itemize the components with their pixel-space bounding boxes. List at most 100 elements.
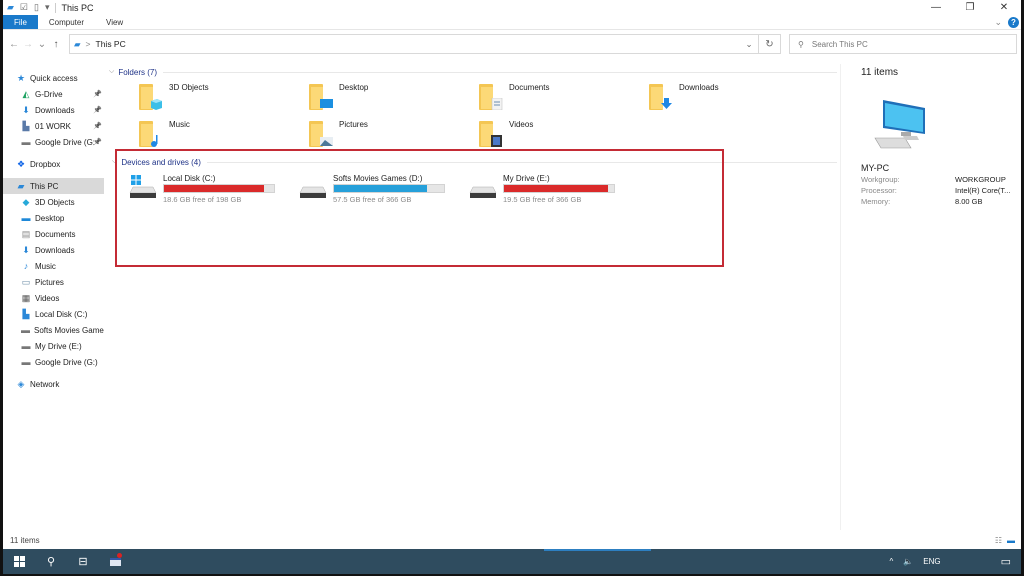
property-value: WORKGROUP xyxy=(955,175,1006,184)
recent-locations-button[interactable]: ⌄ xyxy=(35,39,49,50)
sidebar-item[interactable]: ▰ This PC xyxy=(3,178,104,194)
folder-label: Documents xyxy=(509,83,550,92)
folder-label: 3D Objects xyxy=(169,83,209,92)
new-folder-icon[interactable]: ▯ xyxy=(34,2,39,13)
property-value: 8.00 GB xyxy=(955,197,983,206)
sidebar-item[interactable]: ▬ My Drive (E:) xyxy=(3,338,104,354)
detail-property: Memory: 8.00 GB xyxy=(861,197,1021,206)
pc-icon: ▰ xyxy=(17,180,25,191)
close-button[interactable]: ✕ xyxy=(987,0,1021,15)
folder-item[interactable]: Documents xyxy=(479,82,649,119)
address-dropdown-icon[interactable]: ⌄ xyxy=(740,39,758,50)
folder-item[interactable]: 3D Objects xyxy=(139,82,309,119)
forward-button[interactable]: → xyxy=(21,39,35,50)
help-button[interactable]: ? xyxy=(1008,16,1019,28)
up-button[interactable]: ↑ xyxy=(49,39,63,50)
picture-icon xyxy=(309,119,333,147)
pin-icon[interactable]: 📌 xyxy=(93,138,102,146)
sidebar-item[interactable]: ▭ Pictures xyxy=(3,274,104,290)
breadcrumb-this-pc[interactable]: This PC xyxy=(96,39,126,49)
sidebar-item[interactable]: ⬇ Downloads xyxy=(3,242,104,258)
sidebar-item[interactable]: ◆ 3D Objects xyxy=(3,194,104,210)
details-pane: 11 items MY-PC Workgroup: WORKGROUP Proces… xyxy=(840,64,1021,530)
sidebar-item[interactable]: ▙ 01 WORK 📌 xyxy=(3,118,104,134)
sidebar-item-label: Pictures xyxy=(35,277,64,287)
picture-icon: ▭ xyxy=(21,276,31,287)
network-icon: ◈ xyxy=(17,378,25,389)
status-item-count: 11 items xyxy=(10,535,40,545)
address-bar[interactable]: ▰ > This PC ⌄ xyxy=(69,34,759,54)
property-key: Memory: xyxy=(861,197,891,206)
back-button[interactable]: ← xyxy=(7,39,21,50)
navigation-bar: ← → ⌄ ↑ ▰ > This PC ⌄ ↻ ⚲ Search This PC xyxy=(3,30,1021,58)
pin-icon[interactable]: 📌 xyxy=(93,90,102,98)
sidebar-item-label: Network xyxy=(30,379,60,389)
ribbon-tabs: File Computer View ⌄ ? xyxy=(3,15,1021,30)
notifications-icon[interactable]: ▭ xyxy=(1001,555,1011,568)
properties-icon[interactable]: ☑ xyxy=(20,2,28,13)
property-key: Processor: xyxy=(861,186,897,195)
computer-icon xyxy=(873,98,933,153)
sidebar-item[interactable]: ◭ G-Drive 📌 xyxy=(3,86,104,102)
refresh-button[interactable]: ↻ xyxy=(759,34,781,54)
folder-item[interactable]: Downloads xyxy=(649,82,819,119)
dropbox-icon: ❖ xyxy=(16,158,26,169)
cube-icon xyxy=(139,82,163,110)
sidebar-item-label: Music xyxy=(35,261,56,271)
folder-item[interactable]: Desktop xyxy=(309,82,479,119)
drive-icon: ▬ xyxy=(21,357,31,367)
sidebar-item-label: Desktop xyxy=(35,213,65,223)
sidebar-item-label: Downloads xyxy=(35,105,75,115)
folders-group-header[interactable]: ⌵ Folders (7) xyxy=(109,66,837,78)
sidebar-item[interactable]: ▬ Desktop xyxy=(3,210,104,226)
content-pane: ⌵ Folders (7) 3D Objects Desktop Documents… xyxy=(109,64,837,530)
customize-dropdown-icon[interactable]: ▾ xyxy=(45,2,50,13)
sidebar-item-label: 3D Objects xyxy=(35,197,75,207)
sidebar-item-label: Google Drive (G: xyxy=(35,137,96,147)
app-icon[interactable] xyxy=(99,549,131,574)
folder-label: Pictures xyxy=(339,120,368,129)
sidebar-item[interactable]: ▬ Google Drive (G:) xyxy=(3,354,104,370)
large-icons-view-icon[interactable]: ▬ xyxy=(1007,536,1015,545)
volume-icon[interactable]: 🔈 xyxy=(903,557,913,566)
sidebar-item[interactable]: ▬ Google Drive (G: 📌 xyxy=(3,134,104,150)
sidebar-item[interactable]: ▬ Softs Movies Games xyxy=(3,322,104,338)
sidebar-item-label: My Drive (E:) xyxy=(35,341,82,351)
folder-label: Music xyxy=(169,120,190,129)
pc-icon: ▰ xyxy=(74,38,81,49)
search-placeholder: Search This PC xyxy=(811,39,868,49)
details-view-icon[interactable]: ☷ xyxy=(995,536,1002,545)
tab-computer[interactable]: Computer xyxy=(38,15,95,29)
cube-icon: ◆ xyxy=(22,196,30,207)
pin-icon[interactable]: 📌 xyxy=(93,106,102,114)
start-button[interactable] xyxy=(3,549,35,574)
chevron-down-icon[interactable]: ⌄ xyxy=(994,17,1002,28)
sidebar-item[interactable]: ⬇ Downloads 📌 xyxy=(3,102,104,118)
search-input[interactable]: ⚲ Search This PC xyxy=(789,34,1017,54)
sidebar-item-label: Documents xyxy=(35,229,76,239)
maximize-button[interactable]: ❐ xyxy=(953,0,987,15)
sidebar-item[interactable]: ▙ Local Disk (C:) xyxy=(3,306,104,322)
sidebar-item[interactable]: ★ Quick access xyxy=(3,70,104,86)
windows-icon xyxy=(13,556,25,567)
navigation-pane: ★ Quick access ◭ G-Drive 📌 ⬇ Downloads 📌 ▙ 01 WOR… xyxy=(3,64,104,530)
music-icon: ♪ xyxy=(23,261,29,271)
language-indicator[interactable]: ENG xyxy=(923,557,940,566)
search-icon[interactable]: ⚲ xyxy=(35,549,67,574)
sidebar-item[interactable]: ◈ Network xyxy=(3,376,104,392)
minimize-button[interactable]: — xyxy=(919,0,953,15)
tray-chevron-icon[interactable]: ^ xyxy=(890,557,894,566)
folder-label: Videos xyxy=(509,120,534,129)
sidebar-item[interactable]: ▤ Documents xyxy=(3,226,104,242)
system-tray: ^ 🔈 ENG ▭ xyxy=(890,555,1021,568)
tab-file[interactable]: File xyxy=(3,15,38,29)
pin-icon[interactable]: 📌 xyxy=(93,122,102,130)
sidebar-item[interactable]: ❖ Dropbox xyxy=(3,156,104,172)
pc-name: MY-PC xyxy=(861,163,890,173)
sidebar-item[interactable]: ▦ Videos xyxy=(3,290,104,306)
task-view-icon[interactable]: ⊟ xyxy=(67,549,99,574)
folder-label: Desktop xyxy=(339,83,369,92)
sidebar-item[interactable]: ♪ Music xyxy=(3,258,104,274)
sidebar-item-label: Downloads xyxy=(35,245,75,255)
tab-view[interactable]: View xyxy=(95,15,134,29)
